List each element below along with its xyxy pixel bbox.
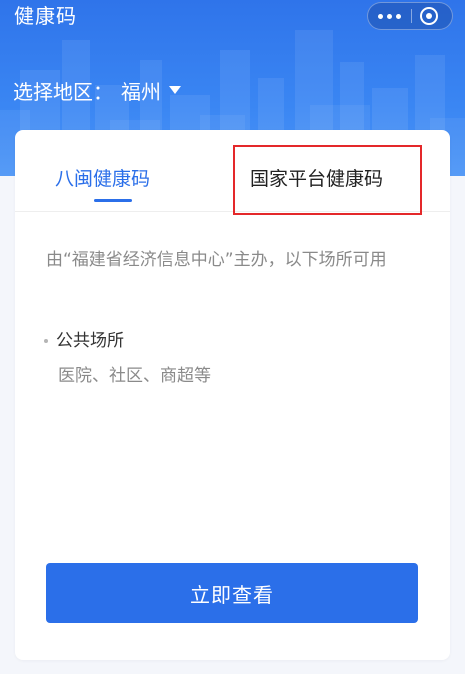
tab-bamin-health-code[interactable]: 八闽健康码 bbox=[55, 166, 150, 192]
view-now-button[interactable]: 立即查看 bbox=[46, 563, 418, 623]
place-examples: 医院、社区、商超等 bbox=[58, 366, 211, 386]
region-selector[interactable]: 选择地区： 福州 bbox=[13, 76, 181, 104]
place-category-title: 公共场所 bbox=[44, 329, 124, 353]
tab-national-platform-health-code[interactable]: 国家平台健康码 bbox=[250, 166, 383, 192]
caret-down-icon bbox=[169, 86, 181, 94]
region-city: 福州 bbox=[121, 79, 161, 104]
active-tab-indicator bbox=[94, 199, 132, 202]
more-dots-icon[interactable] bbox=[368, 3, 411, 29]
capsule-divider bbox=[411, 9, 412, 23]
service-description: 由“福建省经济信息中心”主办，以下场所可用 bbox=[46, 250, 387, 270]
tab-bar: 八闽健康码 国家平台健康码 bbox=[15, 130, 450, 212]
region-label: 选择地区： bbox=[13, 79, 113, 104]
place-category-label: 公共场所 bbox=[56, 331, 124, 351]
app-title: 健康码 bbox=[14, 4, 77, 28]
health-code-card: 八闽健康码 国家平台健康码 由“福建省经济信息中心”主办，以下场所可用 公共场所… bbox=[15, 130, 450, 660]
bullet-icon bbox=[44, 339, 48, 343]
close-circle-icon[interactable] bbox=[419, 6, 439, 26]
mini-program-capsule bbox=[367, 2, 453, 30]
